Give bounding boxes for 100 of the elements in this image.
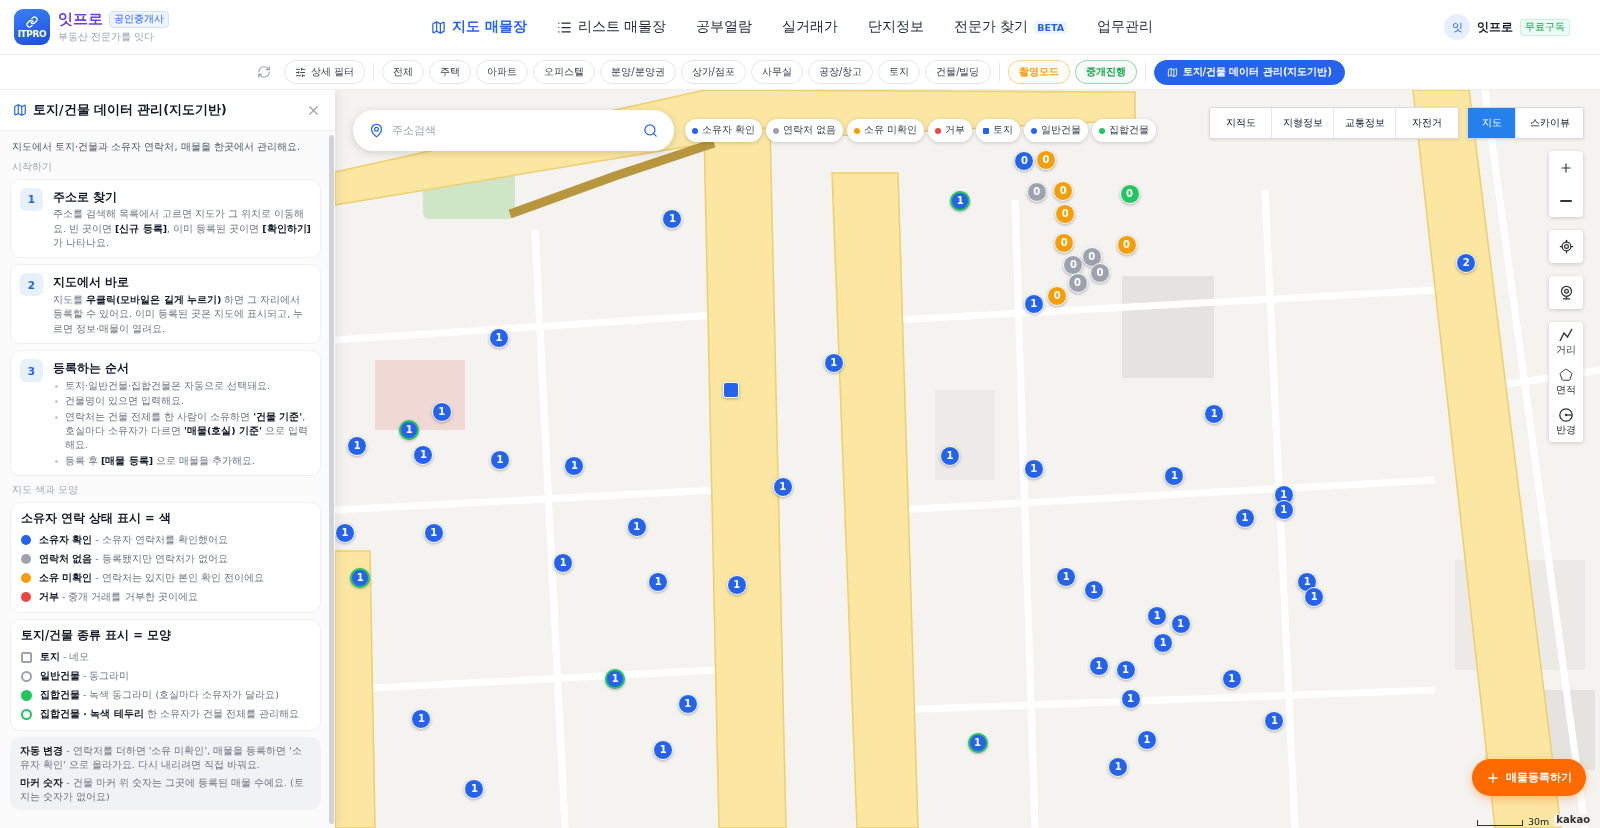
camera-button[interactable]	[1549, 276, 1583, 309]
refresh-icon	[257, 65, 272, 79]
beta-badge: BETA	[1034, 20, 1068, 34]
category-chip[interactable]: 상가/점포	[680, 60, 746, 84]
pin-icon	[369, 123, 384, 138]
legend-text: 거부 - 중개 거래를 거부한 곳이에요	[39, 590, 198, 604]
pentagon-icon	[1559, 367, 1573, 382]
map-type-tab[interactable]: 지도	[1468, 108, 1516, 138]
legend-text: 집합건물 · 녹색 테두리 한 소유자가 건물 전체를 관리해요	[40, 708, 299, 722]
map-type-tab[interactable]: 스카이뷰	[1516, 108, 1583, 138]
circle-radius-icon	[1559, 407, 1573, 422]
legend-text: 토지 - 네모	[40, 651, 90, 665]
panel-title: 토지/건물 데이터 관리(지도기반)	[33, 101, 228, 119]
legend-label: 거부	[945, 124, 966, 137]
legend-label: 집합건물	[1109, 124, 1150, 137]
nav-item[interactable]: 단지정보	[867, 14, 924, 40]
overlay-toggle[interactable]: 자전거	[1396, 108, 1458, 138]
measure-tool-button[interactable]: 거리	[1549, 322, 1583, 362]
measure-tool-button[interactable]: 면적	[1549, 362, 1583, 402]
category-chip[interactable]: 공장/창고	[807, 60, 874, 84]
step-text: 지도를 우클릭(모바일은 길게 누르기) 하면 그 자리에서 등록할 수 있어요. 이미 등록된 곳은 지도에 표시되고, 누르면 정보·매물이 열려요.	[53, 292, 305, 336]
minus-icon	[1560, 199, 1572, 202]
search-input[interactable]: 주소검색	[392, 122, 635, 139]
step-bullet-text: 건물명이 있으면 입력해요.	[65, 394, 185, 409]
section-label: 지도 색과 모양	[12, 484, 80, 497]
legend-label: 토지	[993, 124, 1014, 137]
logo-text: ITPRO	[17, 29, 47, 39]
map-attribution: kakao	[1554, 814, 1592, 826]
category-chip[interactable]: 오피스텔	[533, 60, 596, 84]
legend-text: 일반건물 - 동그라미	[40, 670, 130, 684]
bullet-icon	[55, 415, 58, 419]
overlay-toggle[interactable]: 지형정보	[1272, 108, 1334, 138]
legend-title: 소유자 연락 상태 표시 = 색	[21, 510, 172, 527]
zoom-in-button[interactable]	[1549, 151, 1583, 184]
category-chip[interactable]: 전체	[382, 60, 425, 84]
bullet-icon	[55, 384, 58, 388]
step-bullet-text: 연락처는 건물 전체를 한 사람이 소유하면 '건물 기준', 호실마다 소유자가 다르면 '매물(호실) 기준' 으로 입력해요.	[65, 409, 309, 453]
map-icon	[1166, 66, 1178, 78]
user-avatar[interactable]: 잇	[1444, 14, 1470, 40]
nav-item[interactable]: 리스트 매물장	[556, 14, 666, 40]
scale-bar	[1477, 820, 1523, 826]
legend-text: 집합건물 - 녹색 동그라미 (호실마다 소유자가 달라요)	[40, 689, 279, 703]
mode-chip[interactable]: 중개진행	[1074, 60, 1137, 84]
nav-item[interactable]: 실거래가	[781, 14, 838, 40]
category-chip[interactable]: 건물/빌딩	[925, 60, 991, 84]
category-chip[interactable]: 분양/분양권	[600, 60, 676, 84]
legend-label: 소유자 확인	[702, 124, 756, 137]
search-field[interactable]: 주소검색	[353, 110, 674, 151]
nav-item[interactable]: 지도 매물장	[430, 14, 527, 40]
camera-icon	[1558, 285, 1574, 300]
overlay-toggle[interactable]: 지적도	[1210, 108, 1272, 138]
scrollbar-thumb[interactable]	[329, 135, 334, 824]
category-chip[interactable]: 사무실	[750, 60, 803, 84]
crosshair-icon	[1558, 239, 1574, 254]
scale-label: 30m	[1528, 816, 1550, 826]
map-icon	[13, 103, 27, 117]
category-chip[interactable]: 주택	[429, 60, 472, 84]
bullet-icon	[55, 400, 58, 404]
legend-text: 소유 미확인 - 연락처는 있지만 본인 확인 전이에요	[39, 571, 264, 585]
legend-text: 연락처 없음 - 등록됐지만 연락처가 없어요	[39, 552, 228, 566]
category-chip[interactable]: 아파트	[476, 60, 529, 84]
panel-intro: 지도에서 토지·건물과 소유자 연락처, 매물을 한곳에서 관리해요.	[12, 140, 302, 154]
detail-filter-button[interactable]: 상세 필터	[284, 60, 366, 84]
overlay-toggle[interactable]: 교통정보	[1334, 108, 1396, 138]
zoom-out-button[interactable]	[1549, 184, 1583, 217]
brand-name: 잇프로	[58, 10, 103, 29]
legend-label: 일반건물	[1041, 124, 1082, 137]
user-name: 잇프로	[1477, 19, 1513, 35]
data-management-button[interactable]: 토지/건물 데이터 관리(지도기반)	[1153, 59, 1345, 85]
note-text: 자동 변경 - 연락처를 더하면 '소유 미확인', 매물을 등록하면 '소유자 확인' 으로 올라가요. 다시 내리려면 직접 바꿔요.	[20, 743, 303, 773]
step-number: 3	[20, 359, 43, 383]
link-icon	[26, 15, 38, 28]
locate-button[interactable]	[1549, 230, 1583, 263]
register-listing-button[interactable]: 매물등록하기	[1472, 759, 1586, 796]
section-label: 시작하기	[12, 161, 53, 174]
sliders-icon	[295, 66, 307, 78]
nav-item[interactable]: 업무관리	[1097, 14, 1154, 40]
plus-icon	[1559, 160, 1573, 175]
legend-label: 소유 미확인	[864, 124, 918, 137]
plan-badge: 무료구독	[1520, 18, 1570, 36]
nav-item[interactable]: 공부열람	[695, 14, 752, 40]
note-text: 마커 숫자 - 건물 마커 위 숫자는 그곳에 등록된 매물 수예요. (토지는 숫자가 없어요)	[20, 775, 305, 805]
category-chip[interactable]: 토지	[878, 60, 921, 84]
list-icon	[556, 19, 572, 35]
step-title: 지도에서 바로	[53, 275, 130, 291]
role-badge: 공인중개사	[109, 11, 169, 28]
polyline-icon	[1559, 327, 1573, 342]
bullet-icon	[55, 459, 58, 463]
plus-icon	[1486, 770, 1500, 785]
measure-tool-button[interactable]: 반경	[1549, 402, 1583, 442]
app-logo[interactable]: ITPRO	[14, 9, 50, 45]
step-number: 1	[20, 187, 43, 211]
legend-text: 소유자 확인 - 소유자 연락처를 확인했어요	[39, 533, 228, 547]
search-icon[interactable]	[643, 123, 658, 138]
legend-label: 연락처 없음	[783, 124, 837, 137]
map-icon	[430, 19, 446, 35]
step-title: 주소로 찾기	[53, 189, 118, 206]
legend-title: 토지/건물 종류 표시 = 모양	[21, 628, 172, 644]
step-bullet-text: 등록 후 [매물 등록] 으로 매물을 추가해요.	[65, 453, 256, 468]
nav-item[interactable]: 전문가 찾기 BETA	[953, 14, 1068, 40]
